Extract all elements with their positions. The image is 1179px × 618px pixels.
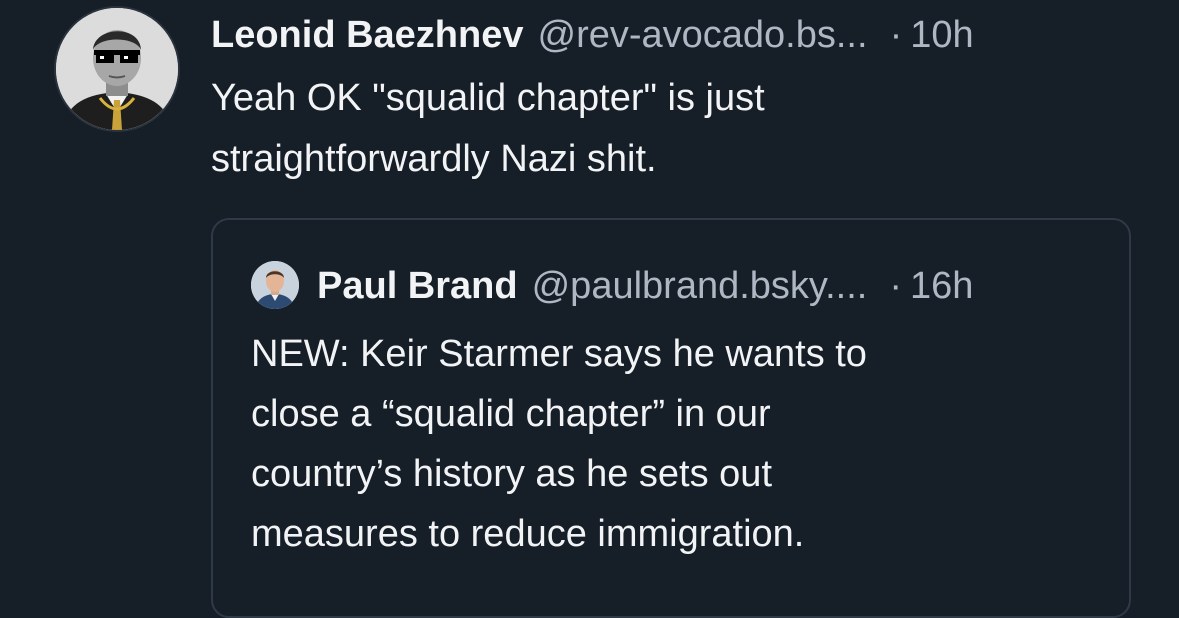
post-header: Leonid Baezhnev @rev-avocado.bs... · 10h [211,10,974,60]
quote-author-avatar[interactable] [251,261,299,309]
quote-timestamp[interactable]: 16h [910,262,973,310]
separator-dot: · [889,14,903,56]
avatar-image [251,261,299,309]
post-text: Yeah OK "squalid chapter" is just straig… [211,77,765,180]
quoted-post[interactable]: Paul Brand @paulbrand.bsky.... · 16h NEW… [211,218,1131,618]
post-timestamp[interactable]: 10h [910,10,973,60]
quote-header: Paul Brand @paulbrand.bsky.... · 16h [317,262,973,310]
post[interactable]: Leonid Baezhnev @rev-avocado.bs... · 10h… [0,0,1179,618]
author-handle[interactable]: @rev-avocado.bs... [538,10,868,60]
author-display-name[interactable]: Leonid Baezhnev [211,10,524,60]
avatar-image [56,8,178,130]
quote-separator-dot: · [889,265,902,307]
quote-author-display-name[interactable]: Paul Brand [317,262,518,310]
quote-author-handle[interactable]: @paulbrand.bsky.... [532,262,868,310]
author-avatar[interactable] [56,8,178,130]
quote-text: NEW: Keir Starmer says he wants to close… [251,333,867,555]
